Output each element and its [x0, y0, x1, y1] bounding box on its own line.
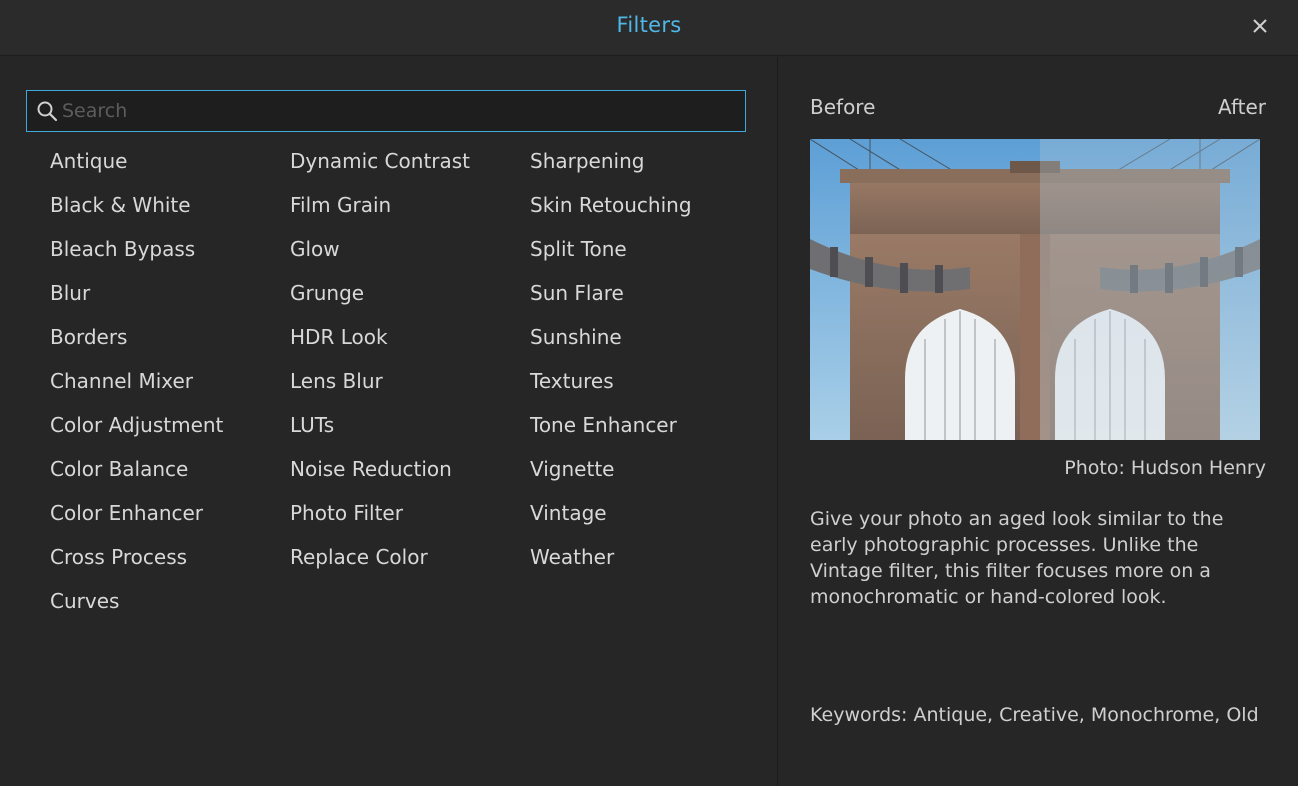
filter-item-luts[interactable]: LUTs [290, 403, 470, 447]
title-bar: Filters [0, 0, 1298, 56]
filter-item-photo-filter[interactable]: Photo Filter [290, 491, 470, 535]
filter-item-vintage[interactable]: Vintage [530, 491, 692, 535]
filter-item-hdr-look[interactable]: HDR Look [290, 315, 470, 359]
window-title: Filters [616, 13, 682, 37]
filter-item-grunge[interactable]: Grunge [290, 271, 470, 315]
filter-item-film-grain[interactable]: Film Grain [290, 183, 470, 227]
filter-item-weather[interactable]: Weather [530, 535, 692, 579]
search-input[interactable] [62, 91, 732, 130]
filter-item-color-balance[interactable]: Color Balance [50, 447, 223, 491]
filter-item-color-adjustment[interactable]: Color Adjustment [50, 403, 223, 447]
preview-image [810, 139, 1260, 440]
filter-item-vignette[interactable]: Vignette [530, 447, 692, 491]
filter-item-black-white[interactable]: Black & White [50, 183, 223, 227]
filter-item-sun-flare[interactable]: Sun Flare [530, 271, 692, 315]
search-box[interactable] [26, 90, 746, 132]
filter-item-skin-retouching[interactable]: Skin Retouching [530, 183, 692, 227]
filter-item-bleach-bypass[interactable]: Bleach Bypass [50, 227, 223, 271]
after-label: After [1217, 95, 1266, 119]
close-icon [1253, 19, 1267, 33]
before-label: Before [810, 95, 876, 119]
filter-item-lens-blur[interactable]: Lens Blur [290, 359, 470, 403]
filter-description: Give your photo an aged look similar to … [810, 508, 1224, 608]
photo-credit: Photo: Hudson Henry [1064, 457, 1266, 479]
filter-item-cross-process[interactable]: Cross Process [50, 535, 223, 579]
filter-item-curves[interactable]: Curves [50, 579, 223, 623]
filter-item-sharpening[interactable]: Sharpening [530, 139, 692, 183]
filter-item-glow[interactable]: Glow [290, 227, 470, 271]
close-button[interactable] [1246, 12, 1274, 40]
filter-item-noise-reduction[interactable]: Noise Reduction [290, 447, 470, 491]
filter-keywords: Keywords: Antique, Creative, Monochrome,… [810, 704, 1259, 726]
filter-list-panel: Antique Black & White Bleach Bypass Blur… [0, 57, 777, 786]
preview-panel: Before After Photo: Hudson Henry Give yo… [778, 57, 1298, 786]
filter-item-dynamic-contrast[interactable]: Dynamic Contrast [290, 139, 470, 183]
filter-item-borders[interactable]: Borders [50, 315, 223, 359]
filter-item-replace-color[interactable]: Replace Color [290, 535, 470, 579]
filter-item-tone-enhancer[interactable]: Tone Enhancer [530, 403, 692, 447]
filter-item-textures[interactable]: Textures [530, 359, 692, 403]
filter-item-color-enhancer[interactable]: Color Enhancer [50, 491, 223, 535]
filter-item-blur[interactable]: Blur [50, 271, 223, 315]
filter-column-1: Antique Black & White Bleach Bypass Blur… [50, 139, 223, 623]
bridge-photo [810, 139, 1260, 440]
filter-column-3: Sharpening Skin Retouching Split Tone Su… [530, 139, 692, 579]
filter-column-2: Dynamic Contrast Film Grain Glow Grunge … [290, 139, 470, 579]
filter-item-sunshine[interactable]: Sunshine [530, 315, 692, 359]
filter-item-channel-mixer[interactable]: Channel Mixer [50, 359, 223, 403]
search-icon [37, 101, 58, 122]
filter-item-antique[interactable]: Antique [50, 139, 223, 183]
filter-item-split-tone[interactable]: Split Tone [530, 227, 692, 271]
